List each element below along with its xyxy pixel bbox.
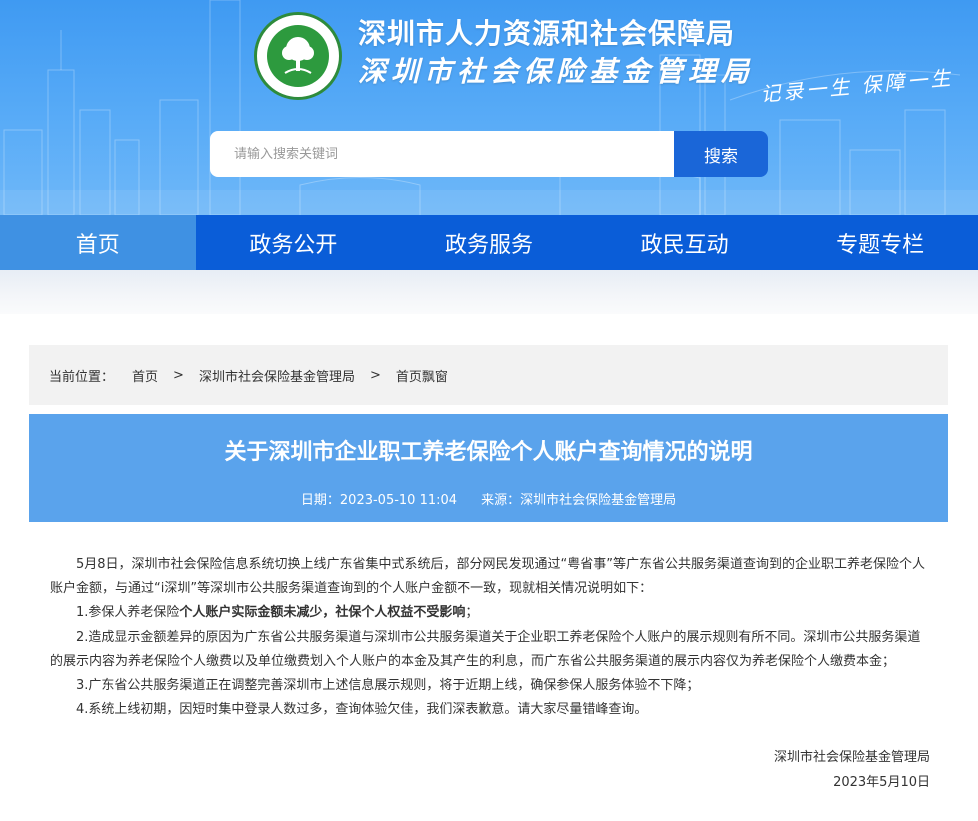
breadcrumb-bureau-link[interactable]: 深圳市社会保险基金管理局 [199, 366, 355, 385]
divider-band [0, 270, 978, 314]
article-date: 日期：2023-05-10 11:04 [301, 493, 457, 508]
logo-emblem[interactable] [254, 12, 342, 100]
article-header: 关于深圳市企业职工养老保险个人账户查询情况的说明 日期：2023-05-10 1… [29, 414, 948, 522]
article-paragraph: 4.系统上线初期，因短时集中登录人数过多，查询体验欠佳，我们深表歉意。请大家尽量… [50, 698, 930, 722]
nav-item-interaction[interactable]: 政民互动 [587, 215, 783, 270]
article-paragraph: 1.参保人养老保险个人账户实际金额未减少，社保个人权益不受影响； [50, 601, 930, 625]
article-body: 5月8日，深圳市社会保险信息系统切换上线广东省集中式系统后，部分网民发现通过“粤… [50, 553, 930, 722]
tree-emblem-icon [267, 25, 329, 87]
org-subtitle: 深圳市社会保险基金管理局 [358, 50, 754, 90]
nav-item-special-topics[interactable]: 专题专栏 [782, 215, 978, 270]
signature-org: 深圳市社会保险基金管理局 [630, 746, 930, 765]
breadcrumb: 当前位置： 首页 > 深圳市社会保险基金管理局 > 首页飘窗 [29, 345, 948, 405]
article-meta: 日期：2023-05-10 11:04 来源：深圳市社会保险基金管理局 [29, 489, 948, 508]
org-name: 深圳市人力资源和社会保障局 [358, 12, 735, 52]
search-input[interactable] [210, 131, 674, 177]
article-source: 来源：深圳市社会保险基金管理局 [481, 493, 676, 508]
breadcrumb-label: 当前位置： [49, 366, 114, 385]
paragraph-emphasis: 个人账户实际金额未减少，社保个人权益不受影响 [179, 605, 465, 620]
nav-item-gov-services[interactable]: 政务服务 [391, 215, 587, 270]
search-bar: 搜索 [210, 131, 768, 177]
signature-date: 2023年5月10日 [630, 771, 930, 790]
main-nav: 首页 政务公开 政务服务 政民互动 专题专栏 [0, 215, 978, 270]
header-banner: 深圳市人力资源和社会保障局 深圳市社会保险基金管理局 记录一生 保障一生 搜索 [0, 0, 978, 215]
nav-item-home[interactable]: 首页 [0, 215, 196, 270]
article-title: 关于深圳市企业职工养老保险个人账户查询情况的说明 [29, 434, 948, 466]
search-button[interactable]: 搜索 [674, 131, 768, 177]
paragraph-text: ； [465, 605, 478, 620]
breadcrumb-separator: > [173, 368, 184, 383]
article-paragraph: 2.造成显示金额差异的原因为广东省公共服务渠道与深圳市公共服务渠道关于企业职工养… [50, 626, 930, 674]
paragraph-text: 1.参保人养老保险 [76, 605, 179, 620]
article-paragraph: 3.广东省公共服务渠道正在调整完善深圳市上述信息展示规则，将于近期上线，确保参保… [50, 674, 930, 698]
breadcrumb-current-link[interactable]: 首页飘窗 [396, 366, 448, 385]
nav-item-gov-affairs[interactable]: 政务公开 [196, 215, 392, 270]
article-paragraph: 5月8日，深圳市社会保险信息系统切换上线广东省集中式系统后，部分网民发现通过“粤… [50, 553, 930, 601]
breadcrumb-separator: > [370, 368, 381, 383]
breadcrumb-home-link[interactable]: 首页 [132, 366, 158, 385]
